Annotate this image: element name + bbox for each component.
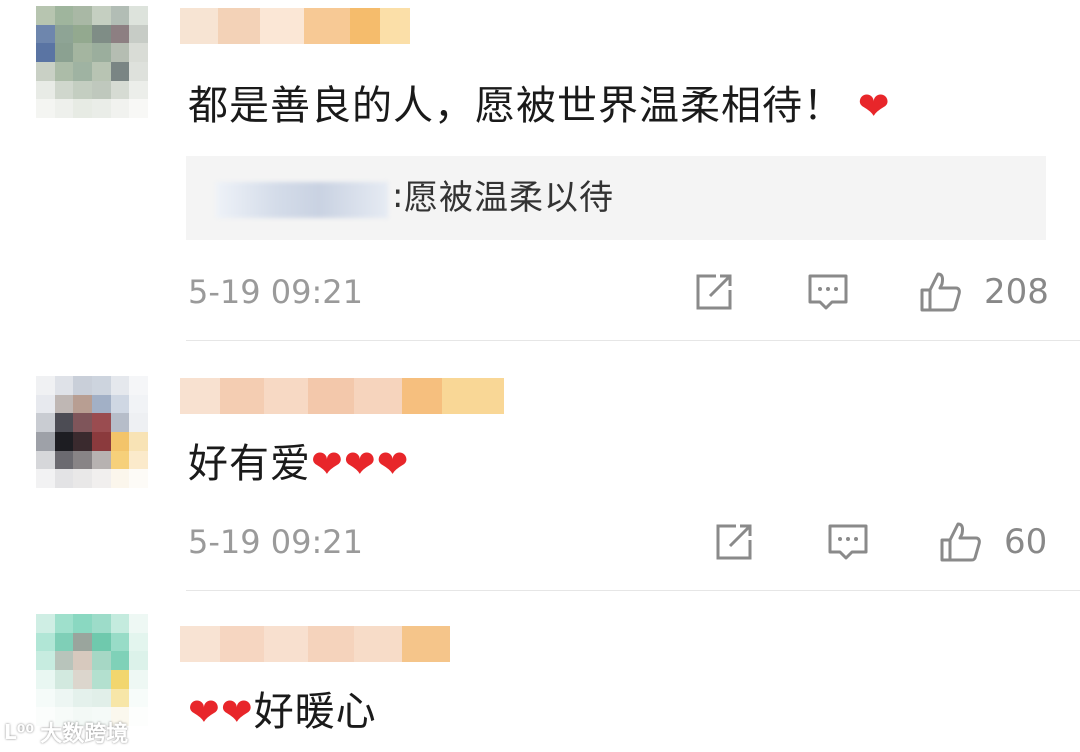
divider <box>186 590 1080 591</box>
username-blurred[interactable] <box>180 626 450 662</box>
reply-preview[interactable]: : 愿被温柔以待 <box>186 156 1046 240</box>
heart-emoji: ❤❤ <box>188 690 254 734</box>
like-icon[interactable] <box>918 270 962 314</box>
comment-meta: 5-19 09:21 60 <box>0 518 1080 566</box>
comment-icon[interactable] <box>806 270 850 314</box>
comment-icon[interactable] <box>826 520 870 564</box>
heart-emoji: ❤ <box>857 84 891 128</box>
username-blurred[interactable] <box>180 8 410 44</box>
reply-username-blurred[interactable] <box>216 182 388 218</box>
timestamp: 5-19 09:21 <box>188 523 364 561</box>
divider <box>186 340 1080 341</box>
comment-text: ❤❤好暖心 <box>188 688 377 736</box>
avatar[interactable] <box>36 6 148 118</box>
timestamp: 5-19 09:21 <box>188 273 364 311</box>
comment-content: 都是善良的人，愿被世界温柔相待！ <box>188 83 844 129</box>
reply-colon: : <box>392 176 404 216</box>
avatar[interactable] <box>36 376 148 488</box>
like-count: 60 <box>1004 522 1048 562</box>
like-icon[interactable] <box>938 520 982 564</box>
reply-text: 愿被温柔以待 <box>404 178 614 218</box>
comment-1: 都是善良的人，愿被世界温柔相待！ ❤ : 愿被温柔以待 5-19 09:21 2… <box>0 0 1080 341</box>
like-count: 208 <box>984 272 1049 312</box>
heart-emoji: ❤❤❤ <box>311 442 410 486</box>
watermark: L⁰⁰ 大数跨境 <box>4 718 129 747</box>
comment-text: 都是善良的人，愿被世界温柔相待！ ❤ <box>188 82 891 130</box>
share-icon[interactable] <box>692 270 736 314</box>
share-icon[interactable] <box>712 520 756 564</box>
avatar[interactable] <box>36 614 148 726</box>
watermark-text: 大数跨境 <box>40 722 129 747</box>
watermark-logo-icon: L⁰⁰ <box>4 720 35 744</box>
comment-content: 好暖心 <box>253 689 377 735</box>
comment-meta: 5-19 09:21 208 <box>0 268 1080 316</box>
comment-text: 好有爱❤❤❤ <box>188 440 410 488</box>
username-blurred[interactable] <box>180 378 504 414</box>
comment-content: 好有爱 <box>188 441 311 487</box>
